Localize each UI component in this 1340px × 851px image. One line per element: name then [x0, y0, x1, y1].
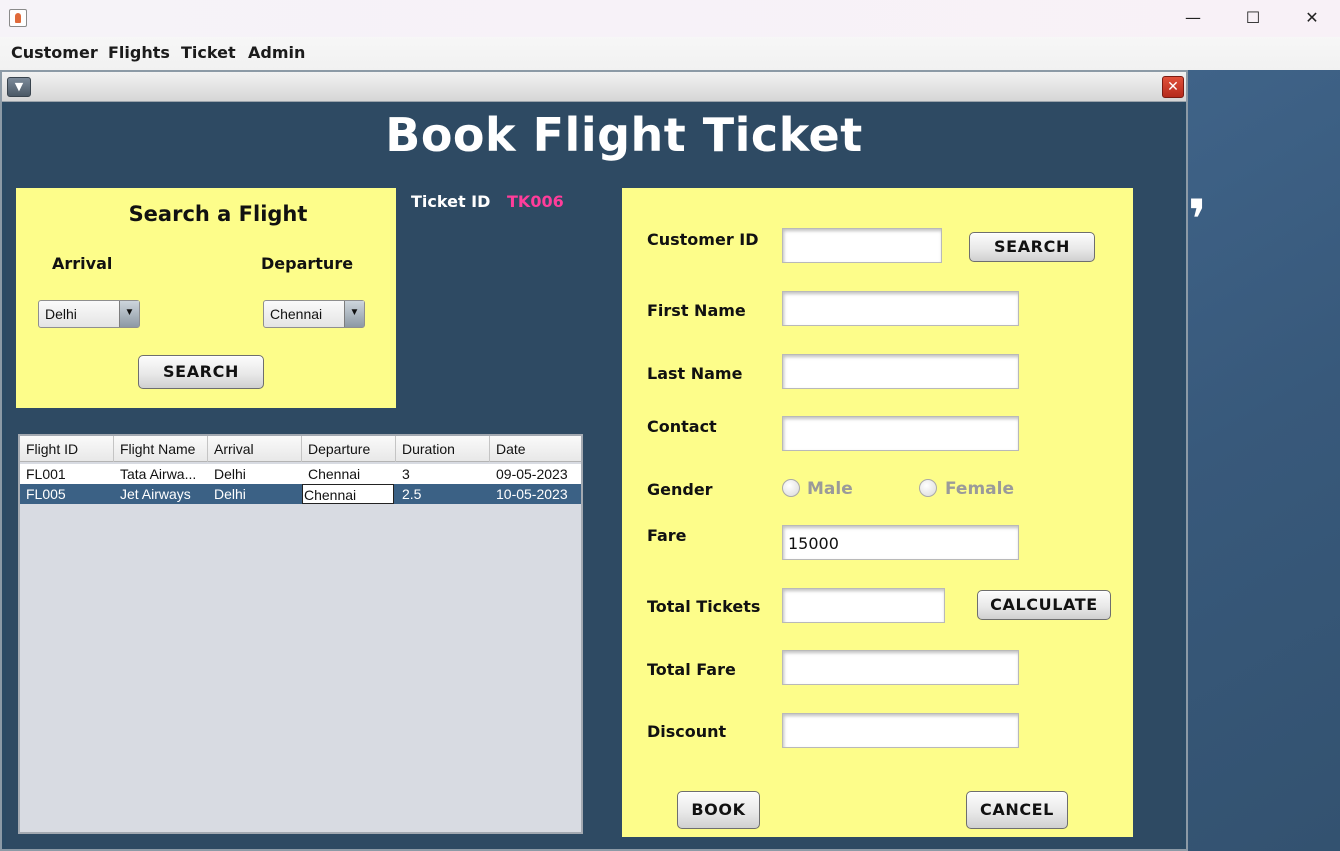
java-app-icon	[9, 9, 27, 27]
chevron-down-icon[interactable]: ▼	[119, 301, 139, 327]
column-header[interactable]: Flight Name	[114, 436, 208, 462]
search-panel-title: Search a Flight	[128, 202, 308, 226]
total-fare-field[interactable]	[782, 650, 1019, 685]
total-tickets-field[interactable]	[782, 588, 945, 623]
discount-field[interactable]	[782, 713, 1019, 748]
column-header[interactable]: Departure	[302, 436, 396, 462]
table-cell: 09-05-2023	[496, 466, 568, 482]
customer-id-label: Customer ID	[647, 230, 759, 249]
female-radio-label[interactable]: Female	[945, 479, 1014, 499]
discount-label: Discount	[647, 722, 727, 741]
search-customer-button[interactable]: SEARCH	[969, 232, 1095, 262]
background-graphic: ❜	[1188, 188, 1207, 251]
arrival-label: Arrival	[52, 254, 113, 273]
male-radio-label[interactable]: Male	[807, 479, 853, 499]
frame-menu-icon[interactable]: ▼	[7, 77, 31, 97]
ticket-id-value: TK006	[507, 192, 564, 211]
female-radio[interactable]	[919, 479, 937, 497]
search-flight-button[interactable]: SEARCH	[138, 355, 264, 389]
table-cell: Delhi	[214, 486, 246, 502]
search-flight-panel: Search a Flight Arrival Departure Delhi …	[16, 188, 396, 408]
book-button[interactable]: BOOK	[677, 791, 760, 829]
internal-frame-titlebar[interactable]: ▼ ✕	[2, 72, 1186, 102]
gender-label: Gender	[647, 480, 713, 499]
table-row[interactable]: FL001 Tata Airwa... Delhi Chennai 3 09-0…	[20, 464, 581, 484]
total-fare-label: Total Fare	[647, 660, 736, 679]
column-header[interactable]: Flight ID	[20, 436, 114, 462]
table-cell: FL001	[26, 466, 66, 482]
table-header: Flight ID Flight Name Arrival Departure …	[20, 436, 581, 462]
total-tickets-label: Total Tickets	[647, 597, 761, 616]
frame-content: Book Flight Ticket Search a Flight Arriv…	[6, 102, 1182, 849]
departure-label: Departure	[261, 254, 354, 273]
table-cell: Jet Airways	[120, 486, 191, 502]
minimize-button[interactable]: —	[1170, 5, 1216, 31]
book-flight-internal-frame: ▼ ✕ Book Flight Ticket Search a Flight A…	[0, 70, 1188, 851]
table-cell: 2.5	[402, 486, 422, 502]
contact-field[interactable]	[782, 416, 1019, 451]
table-cell: Tata Airwa...	[120, 466, 197, 482]
os-titlebar: — ☐ ✕	[0, 0, 1340, 37]
table-row-selected[interactable]: FL005 Jet Airways Delhi Chennai 2.5 10-0…	[20, 484, 581, 504]
first-name-field[interactable]	[782, 291, 1019, 326]
menubar: Customer Flights Ticket Admin	[0, 37, 1340, 70]
table-cell: Delhi	[214, 466, 246, 482]
table-cell: 3	[402, 466, 410, 482]
departure-select[interactable]: Chennai ▼	[263, 300, 365, 328]
first-name-label: First Name	[647, 301, 746, 320]
arrival-select[interactable]: Delhi ▼	[38, 300, 140, 328]
customer-id-field[interactable]	[782, 228, 942, 263]
last-name-field[interactable]	[782, 354, 1019, 389]
cancel-button[interactable]: CANCEL	[966, 791, 1068, 829]
fare-field[interactable]: 15000	[782, 525, 1019, 560]
table-cell-editing[interactable]: Chennai	[302, 484, 394, 504]
menu-ticket[interactable]: Ticket	[181, 43, 236, 62]
table-cell: FL005	[26, 486, 66, 502]
close-window-button[interactable]: ✕	[1289, 5, 1335, 31]
column-header[interactable]: Arrival	[208, 436, 302, 462]
column-header[interactable]: Date	[490, 436, 581, 462]
menu-flights[interactable]: Flights	[108, 43, 170, 62]
table-cell: 10-05-2023	[496, 486, 568, 502]
menu-admin[interactable]: Admin	[248, 43, 305, 62]
male-radio[interactable]	[782, 479, 800, 497]
desktop-background: ❜	[1188, 70, 1340, 851]
frame-close-icon[interactable]: ✕	[1162, 76, 1184, 98]
page-title: Book Flight Ticket	[385, 108, 863, 162]
table-cell: Chennai	[308, 466, 361, 482]
departure-select-value: Chennai	[270, 306, 323, 322]
arrival-select-value: Delhi	[45, 306, 77, 322]
customer-booking-panel: Customer ID SEARCH First Name Last Name …	[622, 188, 1133, 837]
contact-label: Contact	[647, 417, 717, 436]
maximize-button[interactable]: ☐	[1230, 5, 1276, 31]
column-header[interactable]: Duration	[396, 436, 490, 462]
calculate-button[interactable]: CALCULATE	[977, 590, 1111, 620]
ticket-id-label: Ticket ID	[411, 192, 491, 211]
last-name-label: Last Name	[647, 364, 743, 383]
menu-customer[interactable]: Customer	[11, 43, 98, 62]
flights-table[interactable]: Flight ID Flight Name Arrival Departure …	[18, 434, 583, 834]
fare-label: Fare	[647, 526, 687, 545]
chevron-down-icon[interactable]: ▼	[344, 301, 364, 327]
